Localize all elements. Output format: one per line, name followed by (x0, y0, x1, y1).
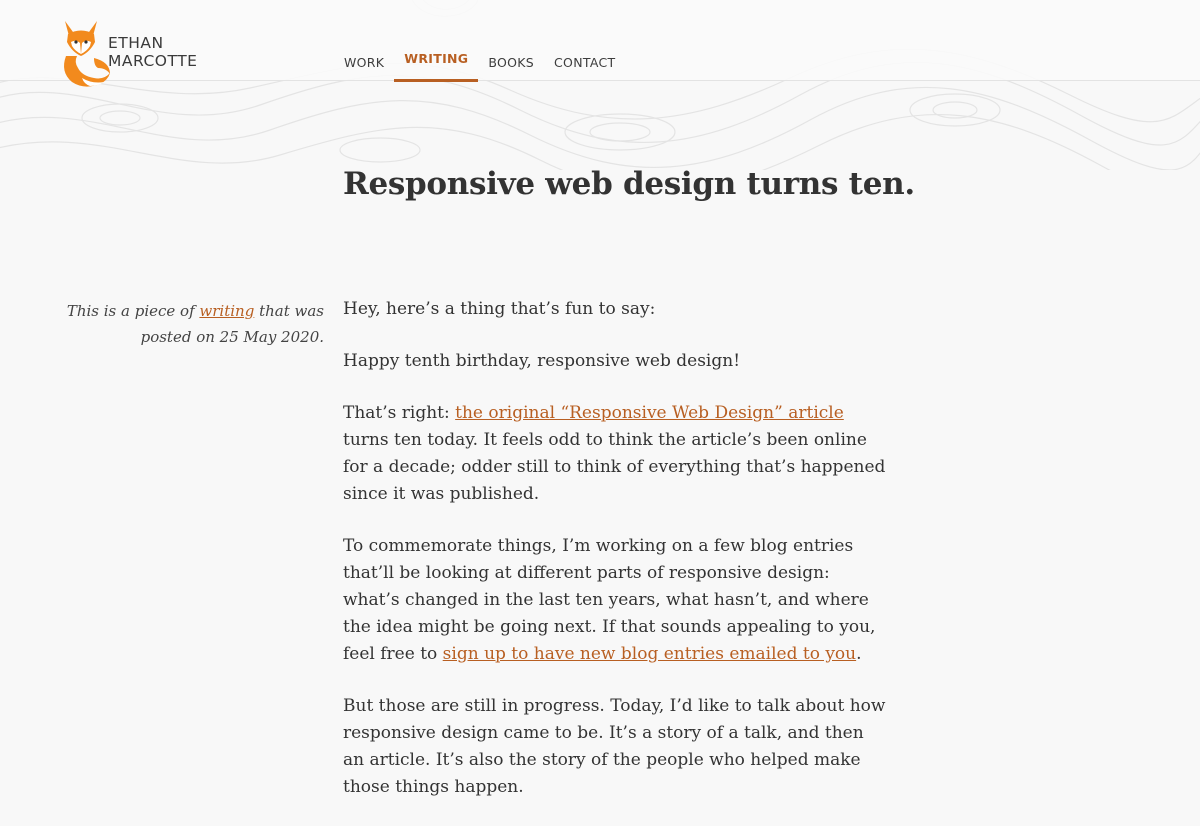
paragraph-4: To commemorate things, I’m working on a … (343, 533, 888, 668)
original-article-link[interactable]: the original “Responsive Web Design” art… (455, 403, 844, 423)
logo-wordmark: ETHAN MARCOTTE (108, 34, 197, 70)
nav-item-books[interactable]: BOOKS (478, 38, 544, 82)
article-meta: This is a piece of writing that was post… (60, 298, 324, 350)
paragraph-1: Hey, here’s a thing that’s fun to say: (343, 299, 656, 319)
paragraph-5: But those are still in progress. Today, … (343, 696, 886, 797)
article-body: Hey, here’s a thing that’s fun to say: H… (343, 296, 888, 826)
logo-line-2: MARCOTTE (108, 52, 198, 70)
paragraph-3: That’s right: the original “Responsive W… (343, 400, 888, 508)
paragraph-3-text-before: That’s right: (343, 403, 456, 423)
site-logo[interactable]: ETHAN MARCOTTE (60, 18, 197, 90)
paragraph-2: Happy tenth birthday, responsive web des… (343, 351, 741, 371)
meta-prefix: This is a piece of (66, 302, 200, 320)
paragraph-3-text-after: turns ten today. It feels odd to think t… (343, 430, 886, 504)
nav-item-work[interactable]: WORK (334, 38, 394, 82)
main-navigation: WORK WRITING BOOKS CONTACT (334, 38, 625, 82)
paragraph-4-text-after: . (856, 644, 862, 664)
site-header: ETHAN MARCOTTE WORK WRITING BOOKS CONTAC… (0, 0, 1200, 87)
logo-line-1: ETHAN (108, 34, 164, 52)
nav-item-writing[interactable]: WRITING (394, 38, 479, 82)
article-title: Responsive web design turns ten. (343, 166, 915, 202)
newsletter-signup-link[interactable]: sign up to have new blog entries emailed… (443, 644, 856, 664)
meta-writing-link[interactable]: writing (199, 302, 254, 320)
nav-item-contact[interactable]: CONTACT (544, 38, 625, 82)
